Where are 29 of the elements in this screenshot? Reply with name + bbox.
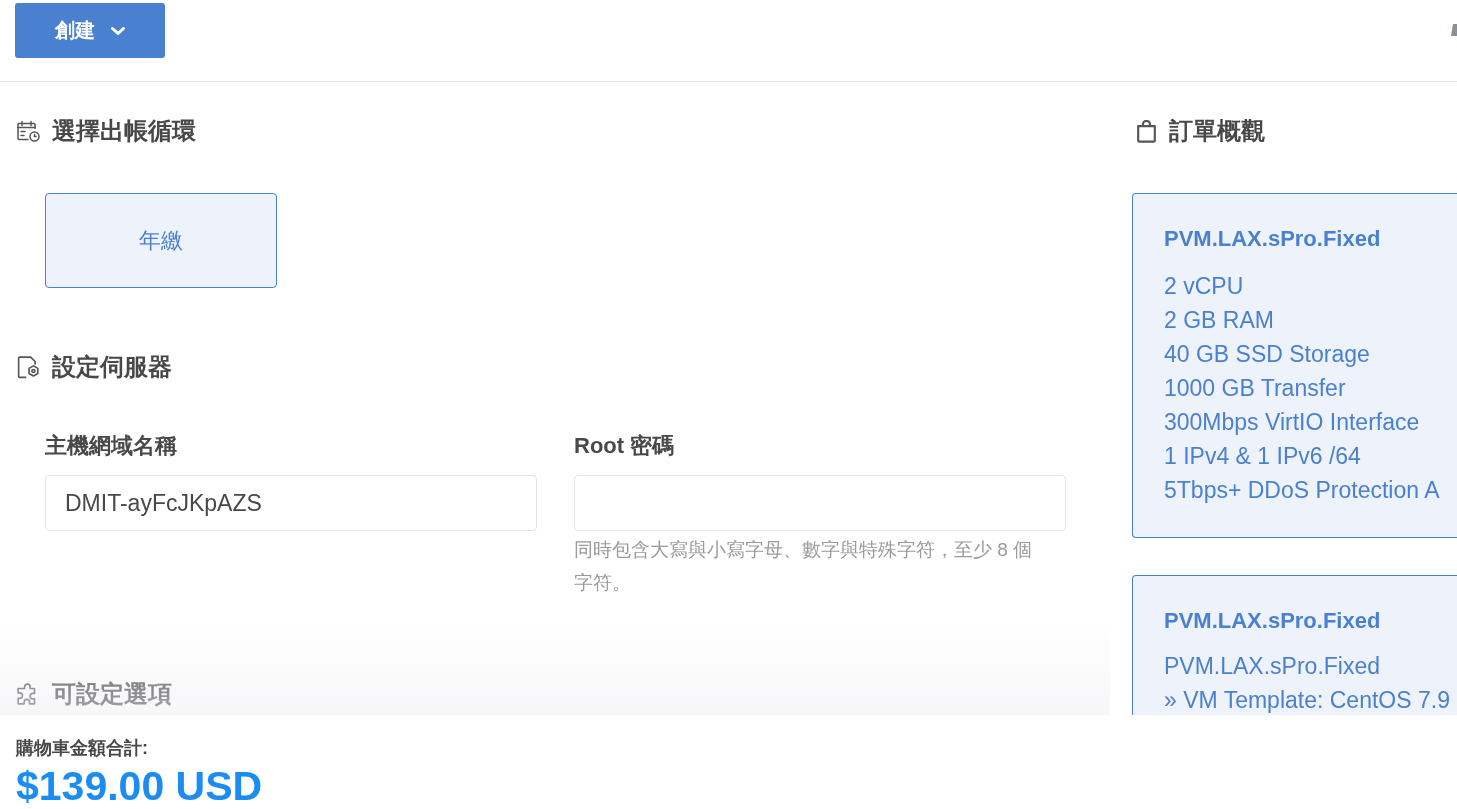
cart-total-label: 購物車金額合計: [16, 737, 148, 760]
product-name: PVM.LAX.sPro.Fixed [1164, 607, 1381, 635]
field-label: Root 密碼 [574, 432, 675, 460]
text-input[interactable]: DMIT-ayFcJKpAZS [45, 475, 537, 531]
field-hint: 同時包含大寫與小寫字母、數字與特殊字符，至少 8 個字符。 [574, 538, 1034, 595]
document-gear-icon [17, 355, 40, 379]
partial-icon [1451, 22, 1457, 38]
text-input[interactable] [574, 475, 1066, 531]
field-label: 主機網域名稱 [45, 432, 177, 460]
section-title: 訂單概觀 [1169, 116, 1265, 146]
spec-line: » VM Template: CentOS 7.9 [1164, 686, 1450, 715]
billing-option[interactable]: 年繳 [45, 193, 277, 288]
calendar-clock-icon [17, 119, 40, 143]
spec-line: 300Mbps VirtIO Interface [1164, 408, 1420, 437]
spec-line: 2 vCPU [1164, 272, 1244, 301]
spec-line: 1 IPv4 & 1 IPv6 /64 [1164, 442, 1361, 471]
spec-line: 1000 GB Transfer [1164, 374, 1346, 403]
shopping-bag-icon [1137, 119, 1156, 143]
cart-total-amount: $139.00 USD [16, 763, 263, 809]
product-name: PVM.LAX.sPro.Fixed [1164, 225, 1381, 253]
section-title: 設定伺服器 [52, 352, 172, 382]
spec-line: PVM.LAX.sPro.Fixed [1164, 652, 1381, 681]
spec-line: 40 GB SSD Storage [1164, 340, 1370, 369]
spec-line: 2 GB RAM [1164, 306, 1274, 335]
section-title: 可設定選項 [52, 679, 172, 709]
chevron-down-icon [111, 26, 125, 35]
create-button[interactable]: 創建 [15, 3, 165, 58]
section-title: 選擇出帳循環 [52, 116, 196, 146]
spec-line: 5Tbps+ DDoS Protection A [1164, 476, 1440, 505]
